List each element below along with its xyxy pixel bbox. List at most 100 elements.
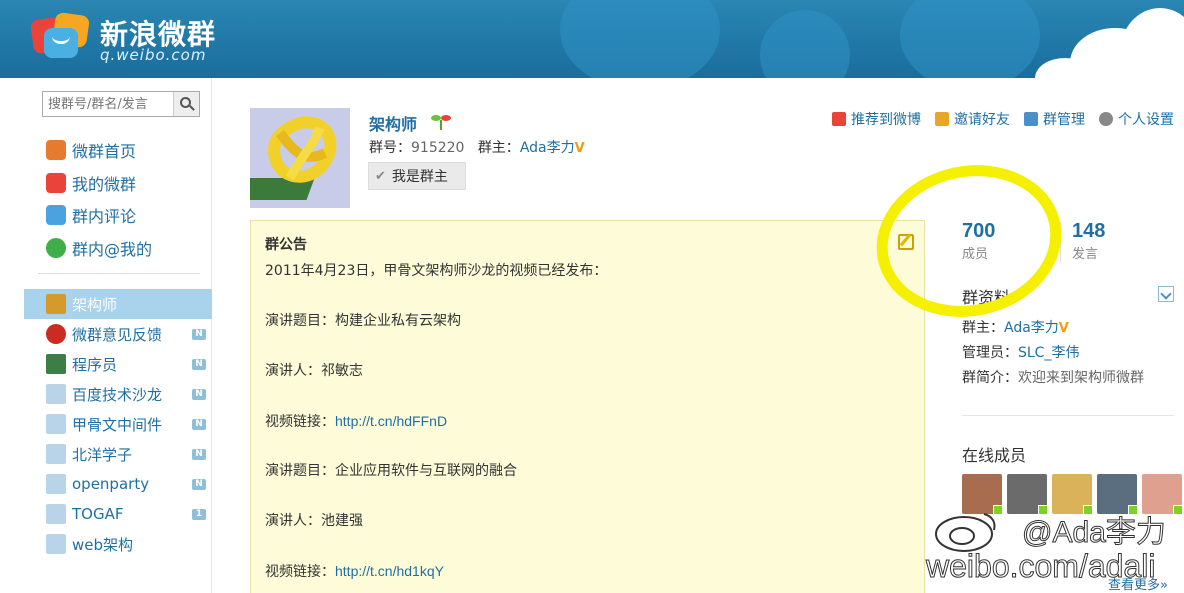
posts-stat[interactable]: 148 发言 <box>1072 220 1172 262</box>
notice-line <box>265 334 905 359</box>
group-name[interactable]: 架构师 <box>369 111 417 135</box>
group-avatar <box>46 504 66 524</box>
notice-line <box>265 434 905 459</box>
group-avatar <box>46 414 66 434</box>
new-badge: N <box>192 329 206 340</box>
owner-button-label: 我是群主 <box>391 169 448 185</box>
weiqun-logo[interactable] <box>29 11 92 66</box>
comment-icon <box>46 205 66 226</box>
home-icon <box>46 140 66 161</box>
site-header: 新浪微群 q.weibo.com <box>0 0 1184 78</box>
notice-line <box>265 384 905 409</box>
group-avatar <box>46 294 66 314</box>
panel-divider <box>962 415 1174 416</box>
group-id: 915220 <box>411 140 465 156</box>
group-actions: 推荐到微博 邀请好友 群管理 个人设置 <box>832 109 1174 129</box>
header-decoration <box>760 10 850 78</box>
nav-label: 微群首页 <box>72 142 137 162</box>
header-decoration <box>560 0 720 78</box>
group-avatar <box>46 324 66 344</box>
group-label: TOGAF <box>72 505 124 523</box>
group-label: 架构师 <box>72 295 118 314</box>
verified-icon: V <box>1058 321 1069 336</box>
group-label: web架构 <box>72 535 134 554</box>
group-item-programmer[interactable]: 程序员 N <box>24 349 212 379</box>
group-label: openparty <box>72 475 150 493</box>
profile-admin-label: 管理员： <box>962 345 1018 361</box>
invite-friends-button[interactable]: 邀请好友 <box>935 109 1010 129</box>
notice-title: 群公告 <box>265 237 307 253</box>
my-groups-icon <box>46 172 66 193</box>
new-badge: N <box>192 359 206 370</box>
group-label: 微群意见反馈 <box>72 325 163 344</box>
sidebar-divider <box>38 273 200 274</box>
notice-line: 演讲人：祁敏志 <box>265 363 363 379</box>
group-owner-link[interactable]: Ada李力 <box>520 140 575 156</box>
search-input[interactable] <box>43 92 173 116</box>
i-am-owner-button[interactable]: ✔ 我是群主 <box>368 162 466 190</box>
brand-domain: q.weibo.com <box>100 46 207 64</box>
watermark-handle: @Ada李力 <box>1022 516 1167 550</box>
group-item-jiagoushi[interactable]: 架构师 <box>24 289 212 319</box>
chevron-down-icon[interactable] <box>1158 286 1174 302</box>
group-profile: 群主：Ada李力V 管理员：SLC_李伟 群简介：欢迎来到架构师微群 <box>962 316 1144 391</box>
left-sidebar: 微群首页 我的微群 群内评论 群内@我的 架构师 微群意见反馈 N 程序员 N <box>24 78 212 593</box>
video-link[interactable]: http://t.cn/hd1kqY <box>335 563 444 579</box>
online-members-title: 在线成员 <box>962 446 1027 465</box>
main-nav: 微群首页 我的微群 群内评论 群内@我的 <box>46 134 152 264</box>
new-badge: N <box>192 449 206 460</box>
new-badge: N <box>192 479 206 490</box>
notice-line: 视频链接：http://t.cn/hd1kqY <box>265 563 444 580</box>
nav-comments[interactable]: 群内评论 <box>46 199 152 232</box>
group-meta: 群号：915220 群主：Ada李力V <box>369 137 585 157</box>
nav-home[interactable]: 微群首页 <box>46 134 152 167</box>
personal-settings-button[interactable]: 个人设置 <box>1099 109 1174 129</box>
group-item-web-arch[interactable]: web架构 <box>24 529 212 559</box>
group-item-togaf[interactable]: TOGAF 1 <box>24 499 212 529</box>
nav-my-groups[interactable]: 我的微群 <box>46 167 152 200</box>
online-status-icon <box>1173 505 1183 515</box>
notice-line: 演讲人：池建强 <box>265 513 363 529</box>
group-item-openparty[interactable]: openparty N <box>24 469 212 499</box>
group-item-oracle-middleware[interactable]: 甲骨文中间件 N <box>24 409 212 439</box>
notice-line: 演讲题目：构建企业私有云架构 <box>265 313 461 329</box>
profile-intro: 欢迎来到架构师微群 <box>1018 370 1144 386</box>
group-label: 程序员 <box>72 355 118 374</box>
group-logo-image <box>250 108 350 208</box>
group-item-feedback[interactable]: 微群意见反馈 N <box>24 319 212 349</box>
profile-admin-link[interactable]: SLC_李伟 <box>1018 345 1079 361</box>
gear-icon <box>1099 112 1113 126</box>
posts-count: 148 <box>1072 220 1106 242</box>
notice-line: 演讲题目：企业应用软件与互联网的融合 <box>265 463 517 479</box>
verified-icon: V <box>574 141 585 156</box>
notice-line: 视频链接：http://t.cn/hdFFnD <box>265 413 448 430</box>
nav-label: 我的微群 <box>72 174 137 194</box>
group-list: 架构师 微群意见反馈 N 程序员 N 百度技术沙龙 N 甲骨文中间件 N 北洋学… <box>24 289 212 559</box>
watermark-url: weibo.com/adali <box>925 548 1156 585</box>
action-label: 邀请好友 <box>954 112 1010 128</box>
group-label: 百度技术沙龙 <box>72 385 163 404</box>
search-button[interactable] <box>173 92 199 116</box>
action-label: 群管理 <box>1043 112 1085 128</box>
profile-owner-link[interactable]: Ada李力 <box>1004 320 1059 336</box>
recommend-to-weibo-button[interactable]: 推荐到微博 <box>832 109 921 129</box>
share-weibo-icon <box>832 112 846 126</box>
group-owner-label: 群主： <box>477 140 520 156</box>
nav-label: 群内评论 <box>72 207 137 227</box>
at-icon <box>46 237 66 258</box>
group-admin-button[interactable]: 群管理 <box>1024 109 1085 129</box>
group-avatar-large <box>250 108 350 208</box>
group-item-beiyang[interactable]: 北洋学子 N <box>24 439 212 469</box>
search-box <box>42 91 200 117</box>
action-label: 推荐到微博 <box>851 112 921 128</box>
group-item-baidu-salon[interactable]: 百度技术沙龙 N <box>24 379 212 409</box>
notice-line <box>265 284 905 309</box>
count-badge: 1 <box>192 509 206 520</box>
cloud-decoration <box>1120 8 1184 78</box>
group-notice: 群公告 2011年4月23日，甲骨文架构师沙龙的视频已经发布： 演讲题目：构建企… <box>250 220 925 593</box>
sprout-icon <box>431 115 451 130</box>
nav-mentions[interactable]: 群内@我的 <box>46 232 152 265</box>
group-avatar <box>46 534 66 554</box>
nav-label: 群内@我的 <box>72 239 153 259</box>
video-link[interactable]: http://t.cn/hdFFnD <box>335 413 447 429</box>
